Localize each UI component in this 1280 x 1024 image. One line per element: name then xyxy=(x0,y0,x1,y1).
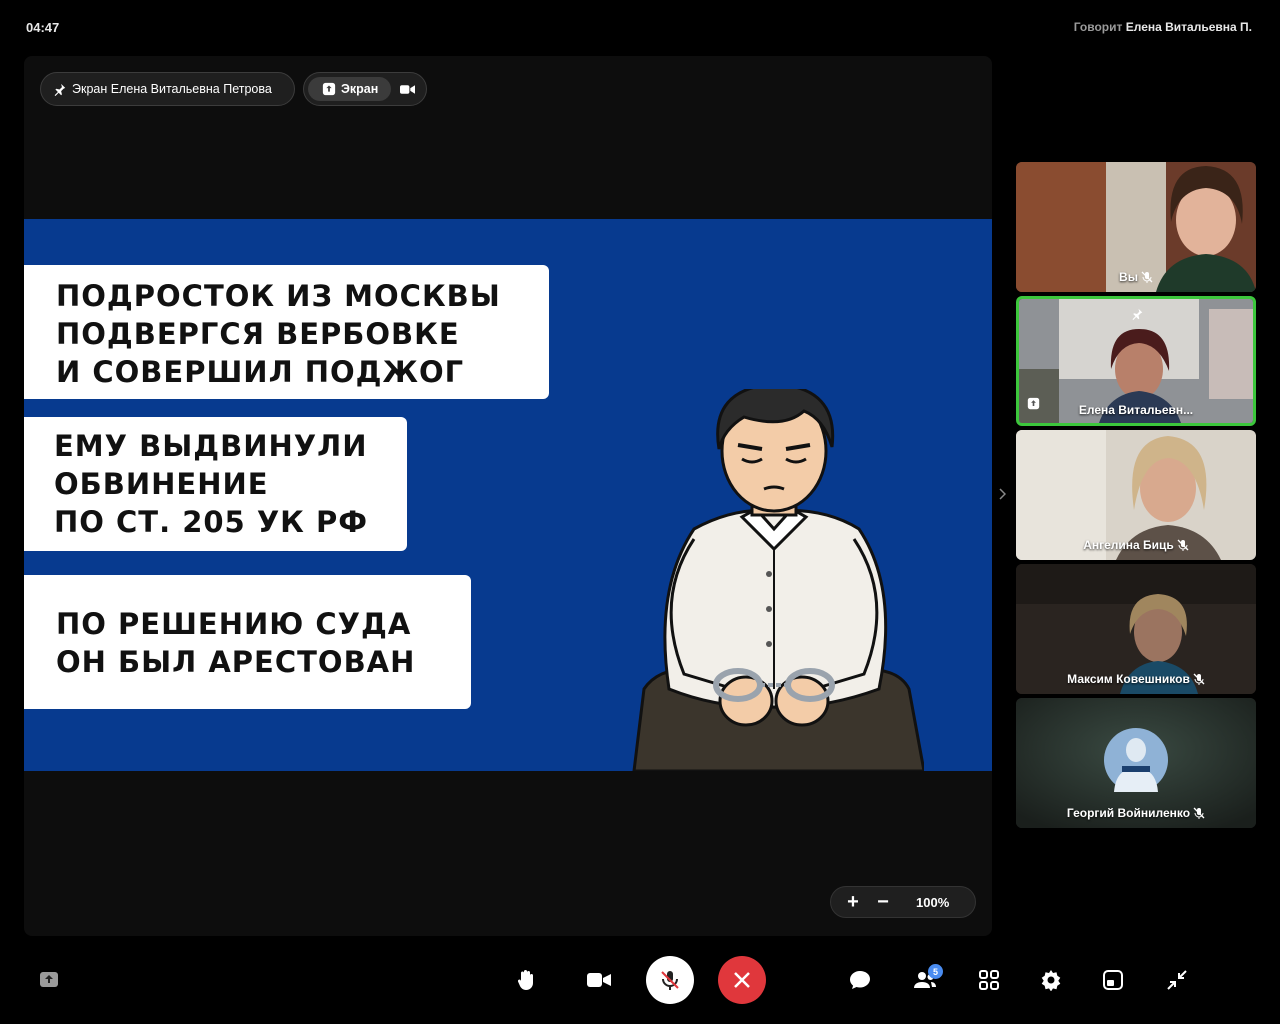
participant-label: Елена Витальевн... xyxy=(1019,403,1253,417)
picture-in-picture-icon xyxy=(1103,970,1123,990)
slide-card-1: Подросток из Москвы подвергся вербовке и… xyxy=(24,265,549,399)
slide-card-3: По решению суда он был арестован xyxy=(24,575,471,709)
participant-name: Георгий Войниленко xyxy=(1066,806,1191,820)
end-call-button[interactable] xyxy=(718,956,766,1004)
chat-button[interactable] xyxy=(836,956,884,1004)
screen-share-stage: Экран Елена Витальевна Петрова Экран Под… xyxy=(24,56,992,936)
participant-tile-active[interactable]: Елена Витальевн... xyxy=(1016,296,1256,426)
camera-icon xyxy=(587,973,611,987)
call-toolbar: 5 xyxy=(0,950,1280,1010)
camera-source-button[interactable] xyxy=(392,84,422,95)
chat-icon xyxy=(850,971,870,989)
raise-hand-icon xyxy=(517,970,533,990)
collapse-sidebar-chevron-icon[interactable] xyxy=(998,487,1007,505)
picture-in-picture-button[interactable] xyxy=(1089,956,1137,1004)
slide-text-line: По решению суда xyxy=(56,607,412,641)
participant-label: Максим Ковешников xyxy=(1016,672,1256,686)
screen-share-icon xyxy=(322,82,336,96)
mic-muted-icon xyxy=(661,971,679,990)
slide-card-2: Ему выдвинули обвинение по ст. 205 УК РФ xyxy=(24,417,407,551)
source-switch: Экран xyxy=(303,72,427,106)
mic-muted-icon xyxy=(1141,271,1153,283)
slide-text-line: он был арестован xyxy=(56,645,416,679)
participant-tile[interactable]: Максим Ковешников xyxy=(1016,564,1256,694)
participants-button[interactable]: 5 xyxy=(901,956,949,1004)
participant-tile-self[interactable]: Вы xyxy=(1016,162,1256,292)
slide-text-line: подвергся вербовке xyxy=(56,317,460,351)
pinned-screen-chip[interactable]: Экран Елена Витальевна Петрова xyxy=(40,72,295,106)
collapse-icon xyxy=(1167,970,1187,990)
participant-name: Елена Витальевн... xyxy=(1078,403,1194,417)
zoom-level: 100% xyxy=(916,894,950,910)
mic-muted-icon xyxy=(1193,673,1205,685)
pinned-screen-label: Экран Елена Витальевна Петрова xyxy=(72,82,272,96)
pin-icon xyxy=(53,83,66,96)
speaking-indicator: Говорит Елена Витальевна П. xyxy=(1074,20,1252,34)
speaking-prefix: Говорит xyxy=(1073,20,1123,34)
grid-icon xyxy=(979,970,999,990)
handcuffed-teen-illustration xyxy=(632,389,924,771)
raise-hand-button[interactable] xyxy=(502,956,550,1004)
layout-grid-button[interactable] xyxy=(965,956,1013,1004)
participant-label: Георгий Войниленко xyxy=(1016,806,1256,820)
participant-tile[interactable]: Ангелина Биць xyxy=(1016,430,1256,560)
settings-button[interactable] xyxy=(1027,956,1075,1004)
camera-icon xyxy=(399,84,415,94)
participant-label: Вы xyxy=(1016,270,1256,284)
pin-icon xyxy=(1131,307,1143,325)
slide-text-line: Ему выдвинули xyxy=(54,429,368,463)
screen-share-icon xyxy=(40,972,58,987)
zoom-control: + − 100% xyxy=(830,886,976,918)
screen-source-label: Экран xyxy=(341,82,379,96)
participant-name: Максим Ковешников xyxy=(1067,672,1190,686)
share-screen-button[interactable] xyxy=(25,956,73,1004)
speaking-name: Елена Витальевна П. xyxy=(1125,20,1252,34)
camera-toggle-button[interactable] xyxy=(575,956,623,1004)
participant-name: Ангелина Биць xyxy=(1083,538,1174,552)
slide-text-line: обвинение xyxy=(54,467,269,501)
gear-icon xyxy=(1041,970,1061,991)
participant-label: Ангелина Биць xyxy=(1016,538,1256,552)
participant-tile[interactable]: Георгий Войниленко xyxy=(1016,698,1256,828)
zoom-in-button[interactable]: + xyxy=(838,887,868,917)
shared-slide: Подросток из Москвы подвергся вербовке и… xyxy=(24,219,992,771)
close-icon xyxy=(734,972,750,988)
mic-toggle-button[interactable] xyxy=(646,956,694,1004)
zoom-out-button[interactable]: − xyxy=(868,887,898,917)
mic-muted-icon xyxy=(1193,807,1205,819)
slide-text-line: Подросток из Москвы xyxy=(56,279,501,313)
slide-text-line: по ст. 205 УК РФ xyxy=(54,505,369,539)
participant-name: Вы xyxy=(1119,270,1138,284)
top-time: 04:47 xyxy=(26,20,60,35)
screen-source-button[interactable]: Экран xyxy=(308,77,392,101)
mic-muted-icon xyxy=(1177,539,1189,551)
slide-text-line: и совершил поджог xyxy=(56,355,465,389)
participants-count-badge: 5 xyxy=(928,964,943,979)
exit-fullscreen-button[interactable] xyxy=(1153,956,1201,1004)
